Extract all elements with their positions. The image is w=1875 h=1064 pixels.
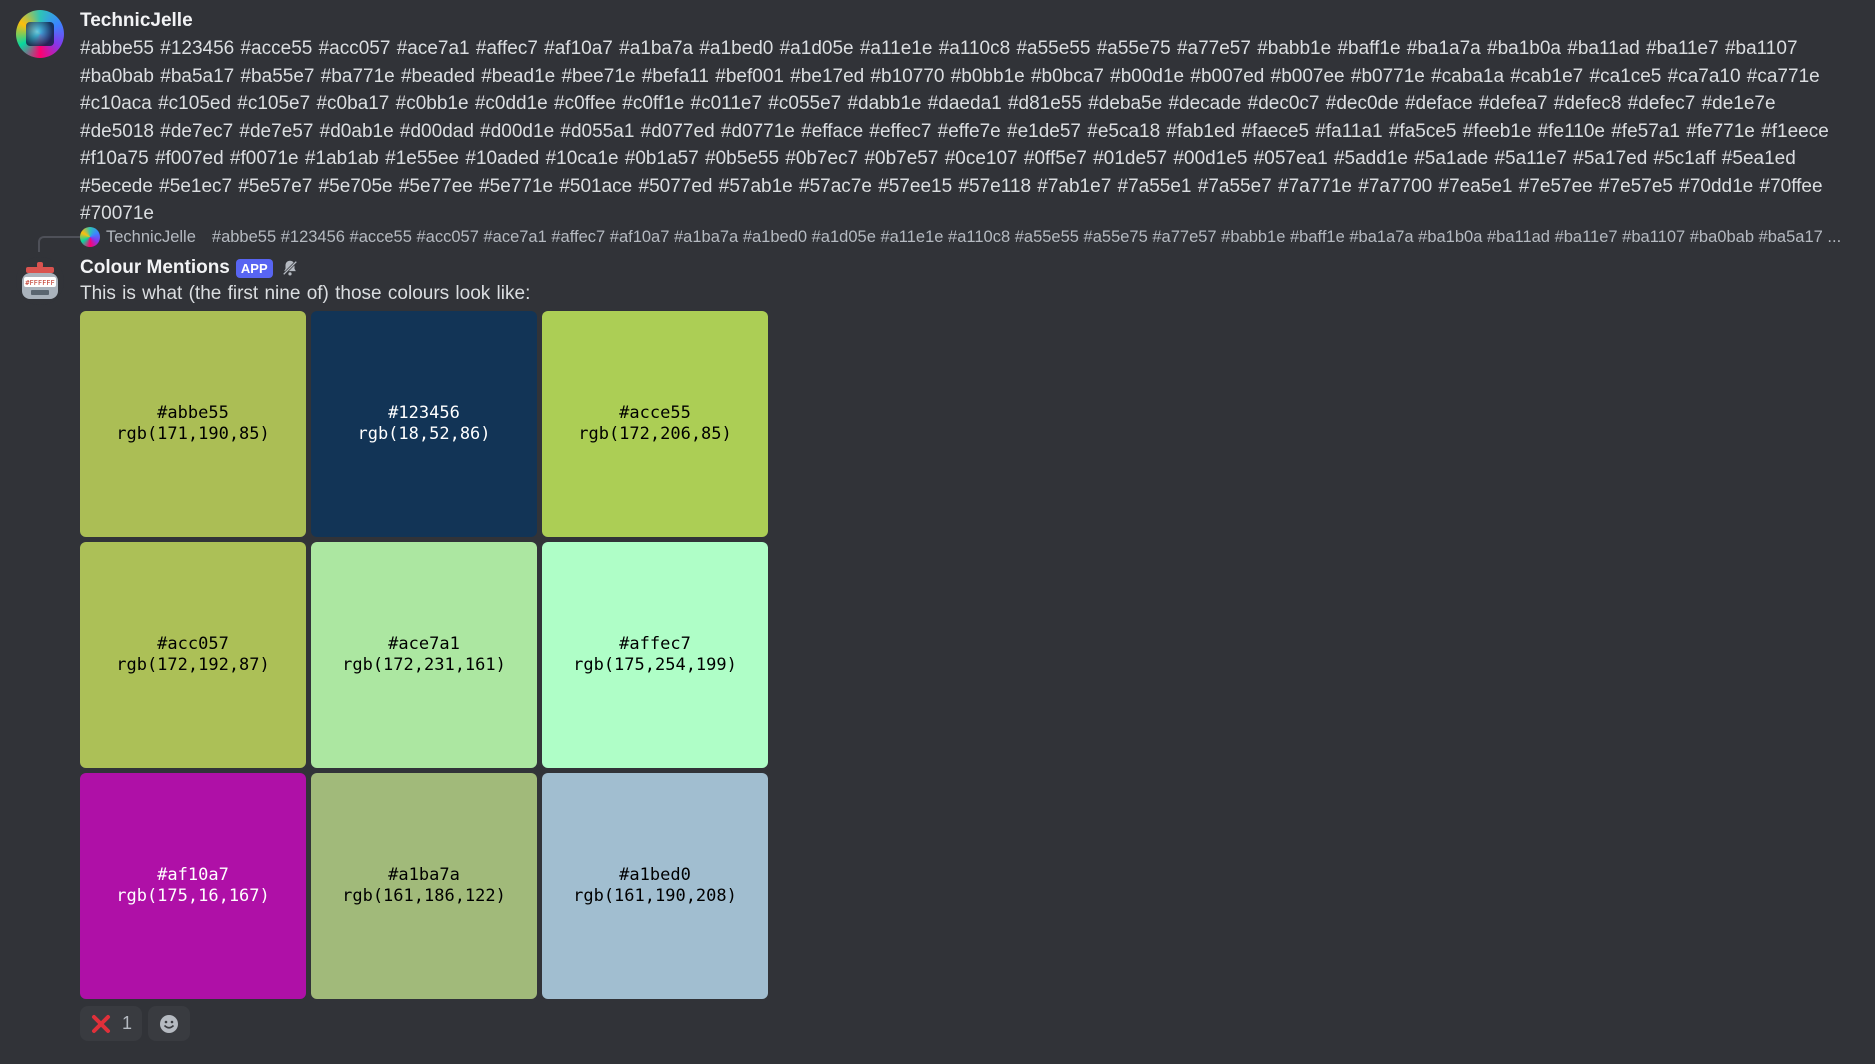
colour-swatch[interactable]: #abbe55 rgb(171,190,85) — [80, 311, 306, 537]
colour-swatch-grid: #abbe55 rgb(171,190,85) #123456 rgb(18,52,8… — [80, 311, 768, 999]
add-reaction-icon — [160, 1014, 179, 1033]
add-reaction-button[interactable] — [148, 1006, 191, 1041]
swatch-rgb: rgb(161,190,208) — [573, 886, 737, 906]
reply-preview[interactable]: TechnicJelle #abbe55 #123456 #acce55 #ac… — [80, 225, 1860, 249]
bot-header: Colour Mentions APP — [80, 254, 299, 282]
reply-connector — [38, 236, 80, 252]
swatch-hex: #123456 — [388, 403, 460, 423]
swatch-hex: #a1ba7a — [388, 865, 460, 885]
bot-message-content: This is what (the first nine of) those c… — [80, 283, 531, 304]
message-content: #abbe55 #123456 #acce55 #acc057 #ace7a1 … — [80, 38, 1829, 224]
reactions-bar: 1 — [80, 1006, 191, 1041]
swatch-hex: #affec7 — [619, 634, 691, 654]
swatch-hex: #ace7a1 — [388, 634, 460, 654]
svg-text:#FFFFFF: #FFFFFF — [25, 279, 55, 287]
bell-muted-icon — [282, 260, 297, 276]
colour-swatch[interactable]: #ace7a1 rgb(172,231,161) — [311, 542, 537, 768]
robot-avatar-icon: #FFFFFF — [16, 257, 64, 305]
swatch-rgb: rgb(18,52,86) — [357, 424, 491, 444]
swatch-rgb: rgb(172,231,161) — [342, 655, 506, 675]
swatch-hex: #acc057 — [157, 634, 229, 654]
colour-swatch[interactable]: #acce55 rgb(172,206,85) — [542, 311, 768, 537]
reply-author[interactable]: TechnicJelle — [106, 228, 196, 247]
cross-mark-icon — [92, 1014, 110, 1033]
swatch-hex: #a1bed0 — [619, 865, 691, 885]
reply-text[interactable]: #abbe55 #123456 #acce55 #acc057 #ace7a1 … — [212, 228, 1841, 247]
colour-swatch[interactable]: #a1bed0 rgb(161,190,208) — [542, 773, 768, 999]
app-tag: APP — [235, 258, 273, 278]
colour-swatch[interactable]: #123456 rgb(18,52,86) — [311, 311, 537, 537]
swatch-hex: #abbe55 — [157, 403, 229, 423]
swatch-hex: #acce55 — [619, 403, 691, 423]
bot-avatar[interactable]: #FFFFFF — [16, 257, 64, 305]
colour-swatch[interactable]: #acc057 rgb(172,192,87) — [80, 542, 306, 768]
message-author[interactable]: TechnicJelle — [80, 10, 193, 32]
reaction-count: 1 — [122, 1013, 133, 1033]
reply-avatar — [80, 227, 100, 247]
reaction-cross[interactable]: 1 — [80, 1006, 143, 1041]
colour-swatch[interactable]: #a1ba7a rgb(161,186,122) — [311, 773, 537, 999]
swatch-rgb: rgb(171,190,85) — [116, 424, 270, 444]
swatch-rgb: rgb(175,254,199) — [573, 655, 737, 675]
colour-swatch[interactable]: #af10a7 rgb(175,16,167) — [80, 773, 306, 999]
colour-swatch[interactable]: #affec7 rgb(175,254,199) — [542, 542, 768, 768]
swatch-rgb: rgb(175,16,167) — [116, 886, 270, 906]
swatch-rgb: rgb(172,206,85) — [578, 424, 732, 444]
swatch-rgb: rgb(161,186,122) — [342, 886, 506, 906]
swatch-hex: #af10a7 — [157, 865, 229, 885]
bot-name[interactable]: Colour Mentions — [80, 257, 230, 279]
swatch-rgb: rgb(172,192,87) — [116, 655, 270, 675]
user-avatar[interactable] — [16, 10, 64, 58]
